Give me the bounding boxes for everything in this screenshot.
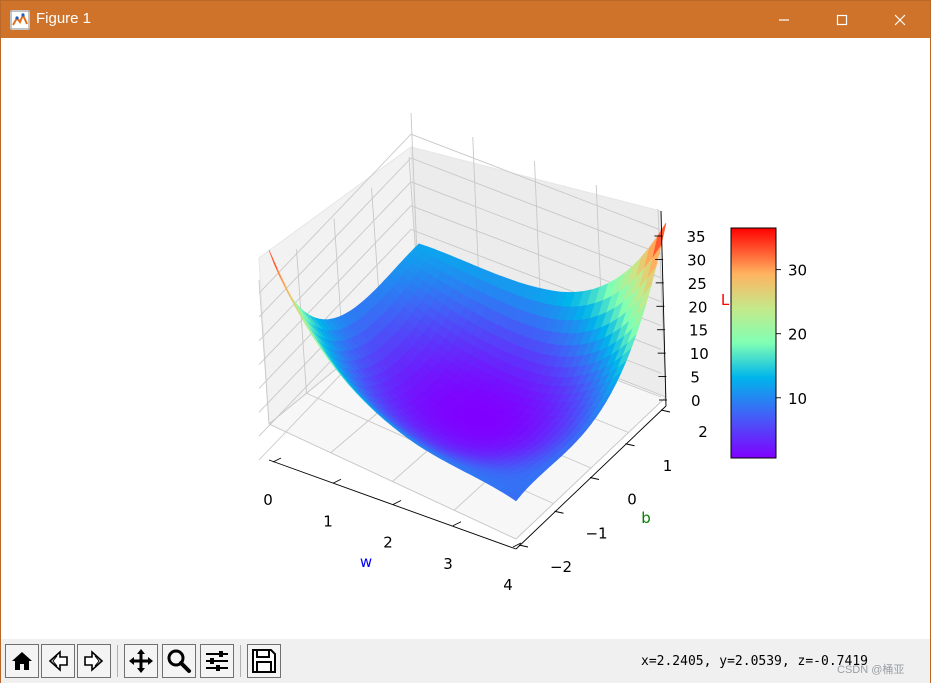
toolbar-separator — [117, 645, 118, 677]
x-tick-mark — [272, 457, 282, 463]
home-icon — [12, 652, 32, 670]
y-tick-label: −1 — [585, 524, 607, 542]
x-tick-label: 1 — [323, 512, 333, 530]
z-axis-label: L — [721, 291, 730, 309]
maximize-button[interactable] — [819, 1, 865, 38]
colorbar-tick-label: 30 — [788, 262, 807, 280]
z-tick-label: 0 — [691, 392, 701, 410]
save-button[interactable] — [247, 644, 281, 678]
x-tick-mark — [452, 521, 462, 527]
colorbar: 10 20 30 — [730, 227, 807, 459]
surface-plot: 0 1 2 3 4 −2 −1 0 1 2 0 5 10 15 20 25 30 35 w b L 10 20 3… — [258, 112, 807, 594]
x-tick-mark — [332, 478, 342, 484]
figure-window: Figure 1 0 1 2 3 4 −2 −1 0 1 2 0 5 10 15… — [0, 0, 931, 683]
y-tick-label: 2 — [698, 423, 708, 441]
y-tick-label: −2 — [550, 558, 572, 576]
z-tick-label: 25 — [688, 275, 707, 293]
maximize-icon — [836, 14, 848, 25]
navigation-toolbar: x=2.2405, y=2.0539, z=-0.7419 — [1, 639, 930, 683]
close-icon — [894, 14, 906, 25]
configure-subplots-button[interactable] — [200, 644, 234, 678]
colorbar-tick-label: 20 — [788, 326, 807, 344]
watermark-text: CSDN @桶亚 — [837, 664, 905, 676]
forward-button[interactable] — [77, 644, 111, 678]
colorbar-ticks: 10 20 30 — [776, 262, 807, 408]
x-tick-label: 4 — [503, 576, 513, 594]
y-tick-label: 0 — [627, 491, 637, 509]
z-tick-label: 30 — [687, 251, 706, 269]
z-tick-label: 5 — [690, 369, 700, 387]
y-tick-mark — [625, 443, 635, 447]
magnifier-icon — [167, 649, 191, 673]
y-tick-mark — [554, 510, 564, 514]
pan-button[interactable] — [124, 644, 158, 678]
arrow-right-icon — [84, 650, 104, 672]
y-tick-mark — [660, 409, 671, 413]
y-axis-label: b — [641, 509, 651, 527]
close-button[interactable] — [877, 1, 923, 38]
y-tick-label: 1 — [663, 457, 673, 475]
minimize-icon — [779, 18, 789, 21]
zoom-button[interactable] — [162, 644, 196, 678]
arrow-left-icon — [48, 650, 68, 672]
app-icon — [10, 10, 30, 30]
y-tick-mark — [589, 477, 600, 480]
figure-canvas[interactable]: 0 1 2 3 4 −2 −1 0 1 2 0 5 10 15 20 25 30 35 w b L 10 20 3… — [1, 38, 930, 639]
x-tick-mark — [392, 500, 402, 505]
minimize-button[interactable] — [761, 1, 807, 38]
z-tick-label: 20 — [688, 298, 707, 316]
colorbar-gradient — [730, 227, 777, 459]
z-tick-label: 35 — [686, 228, 705, 246]
y-tick-mark — [518, 544, 529, 548]
z-tick-label: 15 — [689, 322, 708, 340]
z-tick-label: 10 — [690, 345, 709, 363]
move-arrows-icon — [129, 649, 153, 673]
window-title: Figure 1 — [36, 10, 92, 27]
x-axis-label: w — [360, 553, 372, 571]
toolbar-separator — [240, 645, 241, 677]
cursor-coordinates: x=2.2405, y=2.0539, z=-0.7419 — [641, 654, 868, 669]
colorbar-tick-label: 10 — [788, 390, 807, 408]
home-button[interactable] — [5, 644, 39, 678]
back-button[interactable] — [41, 644, 75, 678]
title-bar[interactable]: Figure 1 — [1, 1, 930, 38]
floppy-disk-icon — [252, 649, 276, 673]
x-tick-label: 3 — [443, 555, 453, 573]
sliders-icon — [206, 651, 228, 671]
x-tick-label: 2 — [383, 534, 393, 552]
x-tick-label: 0 — [263, 491, 273, 509]
